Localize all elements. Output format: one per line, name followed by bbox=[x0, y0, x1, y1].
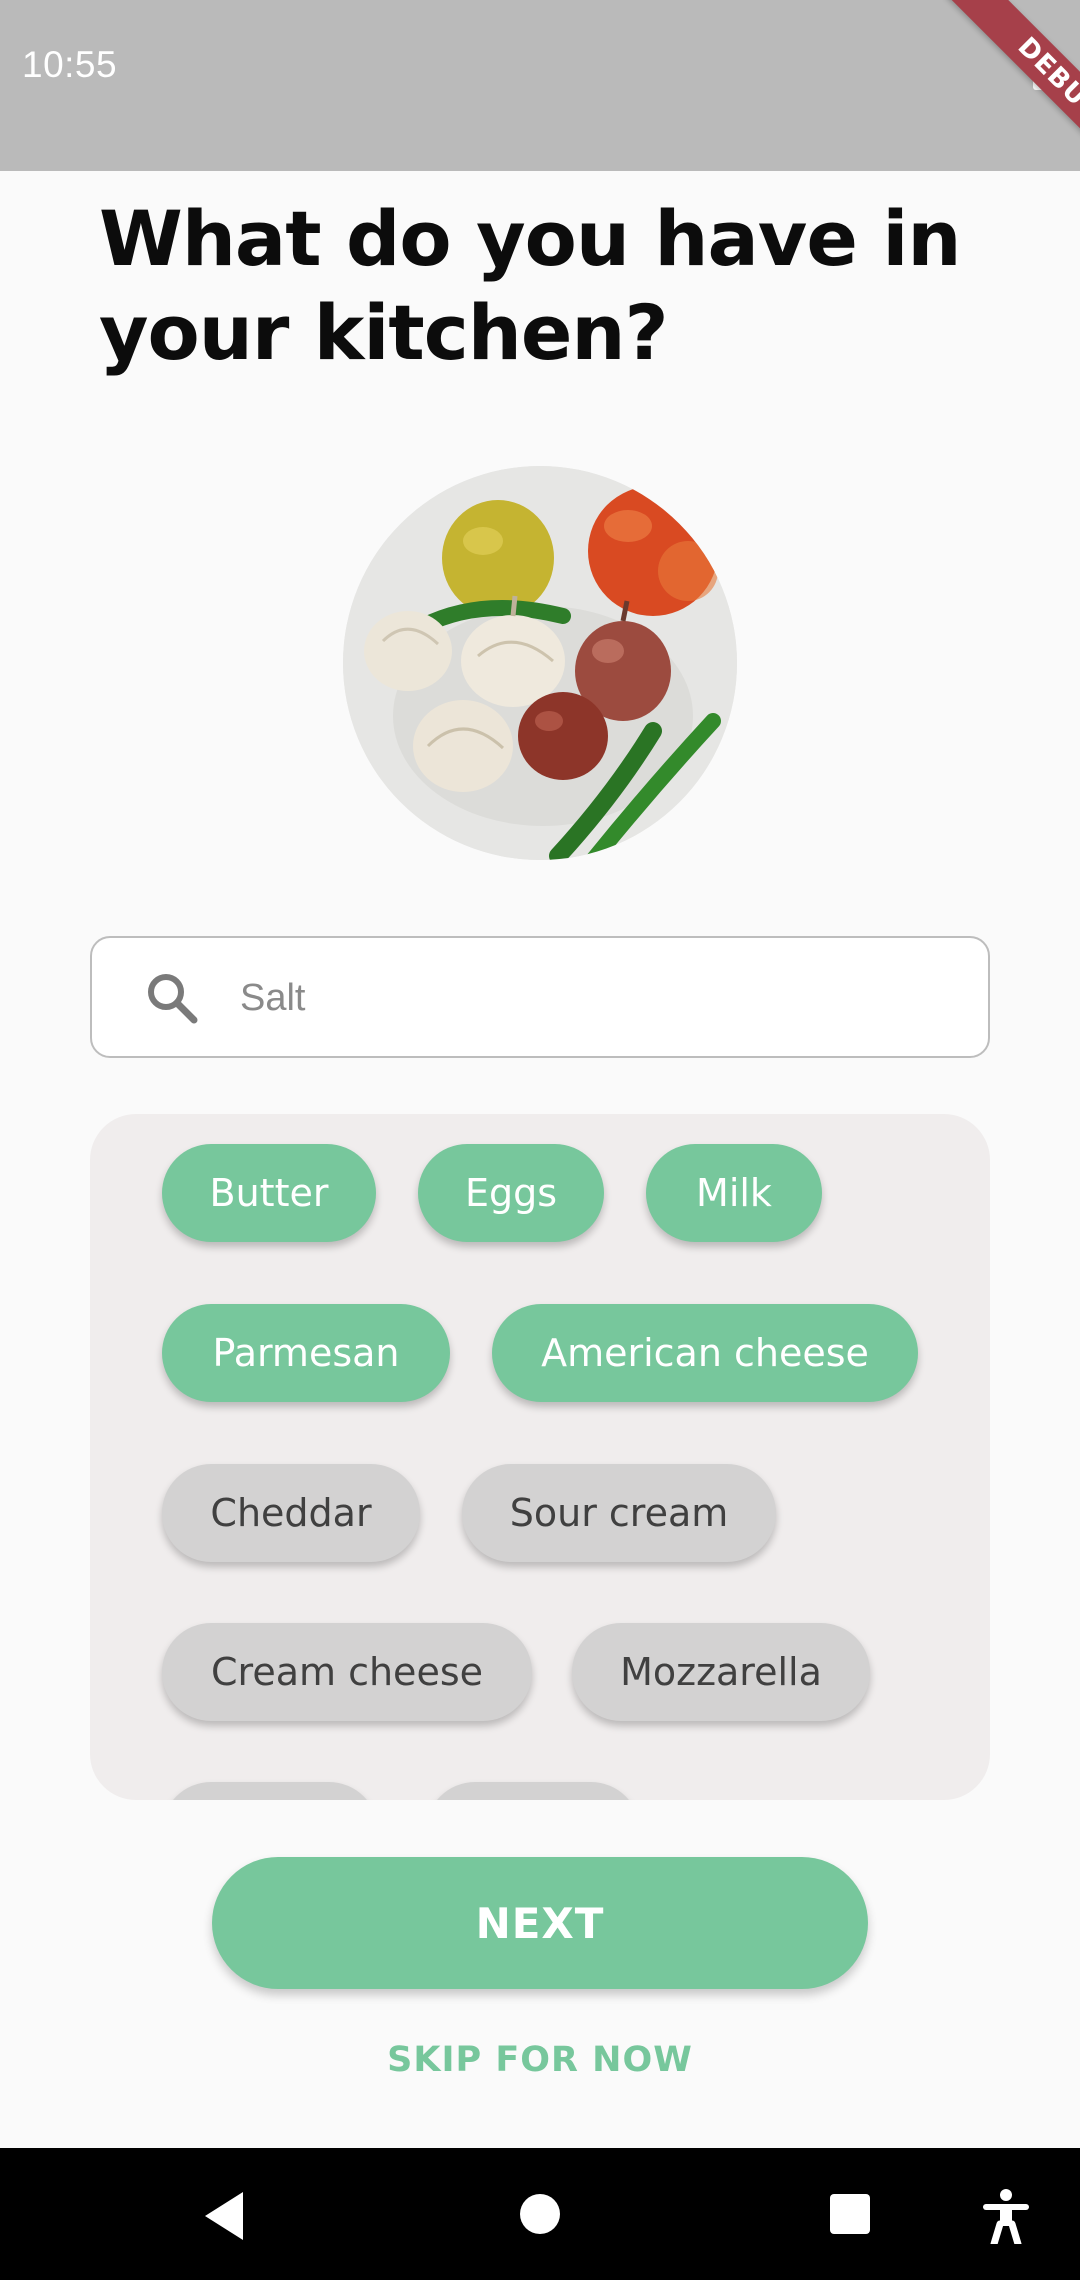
chip-butter[interactable]: Butter bbox=[162, 1144, 376, 1242]
next-button[interactable]: NEXT bbox=[212, 1857, 868, 1989]
chip-label: Parmesan bbox=[212, 1331, 400, 1375]
chip-eggs[interactable]: Eggs bbox=[418, 1144, 604, 1242]
chip-label: Eggs bbox=[464, 1171, 558, 1215]
search-field[interactable] bbox=[90, 936, 990, 1058]
chip-label: Milk bbox=[696, 1171, 772, 1215]
chip-parmesan[interactable]: Parmesan bbox=[162, 1304, 450, 1402]
chip-milk[interactable]: Milk bbox=[646, 1144, 822, 1242]
chip-label: Cheddar bbox=[210, 1491, 372, 1535]
battery-full-icon bbox=[1033, 47, 1057, 90]
chip-mozzarella[interactable]: Mozzarella bbox=[572, 1623, 870, 1721]
chip-sour-cream[interactable]: Sour cream bbox=[462, 1464, 776, 1562]
status-time: 10:55 bbox=[22, 44, 118, 85]
ingredient-chips-panel[interactable]: Butter Eggs Milk Parmesan American chees… bbox=[90, 1114, 990, 1800]
page-title: What do you have in your kitchen? bbox=[99, 194, 962, 377]
home-icon[interactable] bbox=[520, 2194, 560, 2234]
navigation-bar bbox=[0, 2148, 1080, 2280]
search-icon bbox=[148, 974, 198, 1024]
chip-label: Cream cheese bbox=[211, 1650, 483, 1694]
chip-label: Sour cream bbox=[509, 1491, 729, 1535]
chip-label: American cheese bbox=[541, 1331, 869, 1375]
search-input[interactable] bbox=[240, 956, 940, 1040]
chip-partial[interactable] bbox=[162, 1782, 378, 1800]
chip-label: Butter bbox=[209, 1171, 329, 1215]
recent-apps-icon[interactable] bbox=[830, 2194, 870, 2234]
chip-american-cheese[interactable]: American cheese bbox=[492, 1304, 918, 1402]
chip-cream-cheese[interactable]: Cream cheese bbox=[162, 1623, 532, 1721]
back-icon[interactable] bbox=[205, 2192, 243, 2240]
chip-label: Mozzarella bbox=[620, 1650, 822, 1694]
skip-for-now-link[interactable]: SKIP FOR NOW bbox=[340, 2040, 740, 2080]
chip-cheddar[interactable]: Cheddar bbox=[162, 1464, 420, 1562]
vegetables-image bbox=[343, 466, 737, 860]
accessibility-icon[interactable] bbox=[980, 2188, 1032, 2244]
chip-partial[interactable] bbox=[426, 1782, 640, 1800]
status-bar: 10:55 bbox=[0, 0, 1080, 171]
